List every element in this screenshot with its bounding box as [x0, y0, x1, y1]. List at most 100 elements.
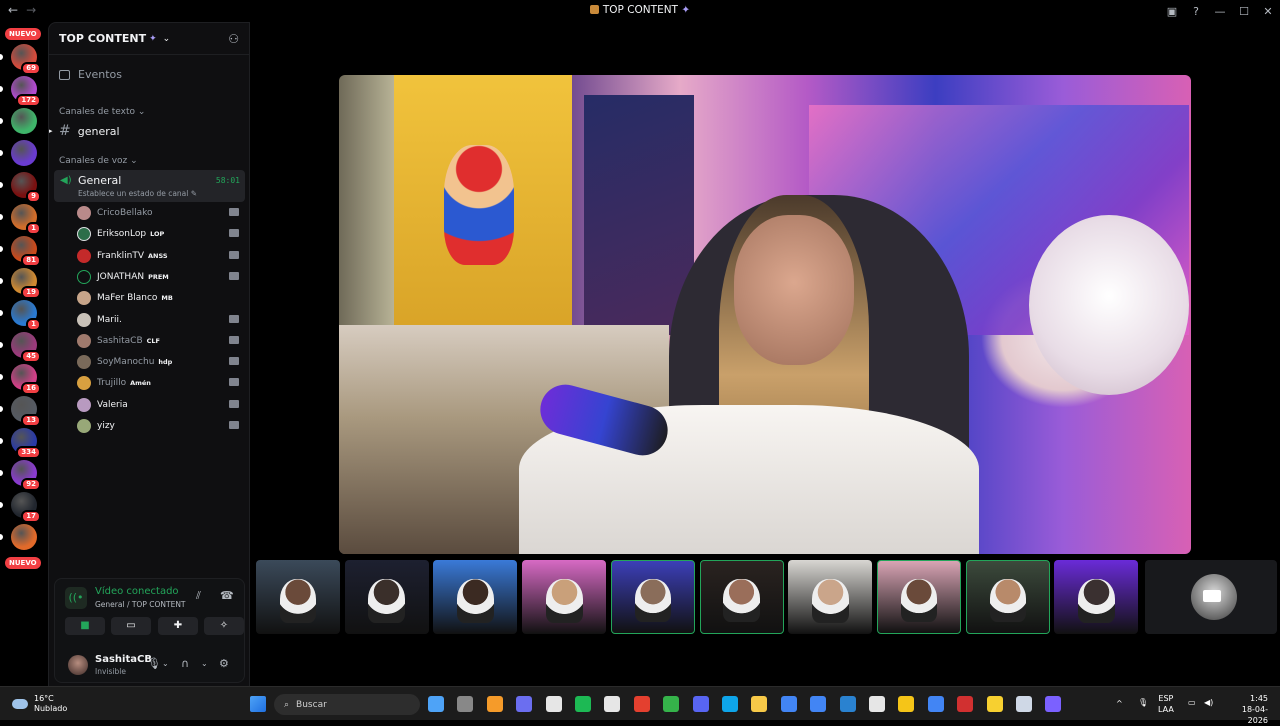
help-icon[interactable]: ?: [1184, 5, 1208, 18]
soundboard-button[interactable]: ✧: [204, 617, 244, 635]
server-icon[interactable]: [11, 524, 37, 550]
server-icon[interactable]: 172: [11, 76, 41, 107]
participant-video-tile[interactable]: [256, 560, 340, 634]
participant-video-tile[interactable]: [610, 560, 695, 634]
voice-member[interactable]: yizy: [77, 417, 245, 435]
server-icon[interactable]: 45: [11, 332, 41, 363]
gear-icon[interactable]: ⚙: [219, 657, 229, 670]
taskbar-app-icon[interactable]: [633, 696, 650, 712]
avatar[interactable]: [68, 655, 88, 675]
taskbar-app-icon[interactable]: [986, 696, 1003, 712]
text-channels-category[interactable]: Canales de texto ⌄: [59, 107, 145, 117]
language-indicator[interactable]: ESP LAA: [1158, 693, 1174, 715]
participant-video-tile[interactable]: [1054, 560, 1139, 634]
avatar: [77, 333, 91, 348]
taskbar-app-icon[interactable]: [898, 696, 915, 712]
server-icon[interactable]: 19: [11, 268, 41, 299]
video-plush: [1029, 215, 1189, 395]
activities-button[interactable]: ✚: [158, 617, 198, 635]
voice-channel-general[interactable]: ◀) General Establece un estado de canal …: [54, 170, 245, 202]
taskbar-app-icon[interactable]: [957, 696, 974, 712]
events-item[interactable]: Eventos: [59, 68, 122, 81]
server-icon[interactable]: 9: [11, 172, 41, 203]
minimize-button[interactable]: —: [1208, 5, 1232, 18]
taskbar-app-icon[interactable]: [604, 696, 621, 712]
server-icon[interactable]: 69: [11, 44, 41, 75]
server-icon[interactable]: 334: [11, 428, 41, 459]
voice-channels-category[interactable]: Canales de voz ⌄: [59, 156, 138, 166]
chevron-down-icon[interactable]: ⌄: [201, 659, 208, 668]
chevron-up-icon[interactable]: ^: [1116, 698, 1123, 709]
voice-member[interactable]: Marii.: [77, 311, 245, 329]
taskbar-app-icon[interactable]: [1045, 696, 1062, 712]
taskbar-app-icon[interactable]: [575, 696, 591, 712]
participant-video-tile[interactable]: [522, 560, 607, 634]
participant-video-tile[interactable]: [699, 560, 784, 634]
participant-video-tile[interactable]: [876, 560, 961, 634]
close-button[interactable]: ✕: [1256, 5, 1280, 18]
signal-icon[interactable]: ((•: [65, 587, 87, 609]
taskbar-app-icon[interactable]: [780, 696, 797, 712]
server-icon[interactable]: 17: [11, 492, 41, 523]
participant-video-tile[interactable]: [433, 560, 518, 634]
voice-member[interactable]: SashitaCB CLF: [77, 332, 245, 350]
headphones-icon[interactable]: ∩: [181, 657, 189, 670]
voice-member[interactable]: CricoBellako: [77, 204, 245, 222]
taskbar-app-icon[interactable]: [1016, 696, 1032, 712]
connection-location[interactable]: General / TOP CONTENT: [95, 600, 186, 609]
microphone-icon[interactable]: 🎙: [1138, 697, 1148, 708]
chevron-down-icon[interactable]: ⌄: [162, 659, 169, 668]
microphone-icon[interactable]: 🎙: [147, 657, 161, 670]
taskbar-app-icon[interactable]: [428, 696, 444, 712]
weather-widget[interactable]: 16°C Nublado: [12, 694, 67, 714]
taskbar-app-icon[interactable]: [810, 696, 827, 712]
server-icon[interactable]: [11, 140, 37, 166]
screen-share-button[interactable]: ▭: [111, 617, 151, 635]
server-icon[interactable]: 16: [11, 364, 41, 395]
server-icon[interactable]: 1: [11, 204, 41, 235]
volume-icon[interactable]: ◀): [1204, 697, 1213, 708]
server-icon[interactable]: 92: [11, 460, 41, 491]
taskbar-app-icon[interactable]: [457, 696, 474, 712]
taskbar-app-icon[interactable]: [927, 696, 944, 712]
server-icon[interactable]: 1: [11, 300, 41, 331]
server-header[interactable]: TOP CONTENT ✦ ⌄ ⚇: [49, 23, 249, 55]
voice-member[interactable]: Trujillo Amén: [77, 374, 245, 392]
server-icon[interactable]: 13: [11, 396, 41, 427]
voice-member[interactable]: SoyManochu hdp: [77, 353, 245, 371]
taskbar-app-icon[interactable]: [486, 696, 503, 712]
taskbar-app-icon[interactable]: [722, 696, 738, 712]
taskbar-app-icon[interactable]: [545, 696, 562, 712]
add-member-icon[interactable]: ⚇: [228, 32, 239, 46]
taskbar-app-icon[interactable]: [663, 696, 680, 712]
noise-suppression-icon[interactable]: ⫽: [196, 589, 201, 603]
participant-video-tile[interactable]: [344, 560, 429, 634]
voice-member[interactable]: FranklinTV ANSS: [77, 247, 245, 265]
voice-member[interactable]: Valeria: [77, 396, 245, 414]
channel-general[interactable]: # general: [59, 123, 120, 139]
taskbar-app-icon[interactable]: [839, 696, 856, 712]
windows-start-icon[interactable]: [250, 696, 266, 712]
self-video-tile[interactable]: [1145, 560, 1277, 634]
network-icon[interactable]: ▭: [1188, 697, 1196, 708]
voice-member[interactable]: MaFer Blanco MB: [77, 289, 245, 307]
taskbar-app-icon[interactable]: [516, 696, 533, 712]
camera-button[interactable]: ■: [65, 617, 105, 635]
taskbar-app-icon[interactable]: [692, 696, 709, 712]
inbox-icon[interactable]: ▣: [1160, 5, 1184, 18]
maximize-button[interactable]: ☐: [1232, 5, 1256, 18]
participant-video-tile[interactable]: [965, 560, 1050, 634]
search-input[interactable]: ⌕ Buscar: [274, 694, 420, 715]
taskbar-app-icon[interactable]: [751, 696, 768, 712]
server-icon[interactable]: 81: [11, 236, 41, 267]
voice-member[interactable]: JONATHAN PREM: [77, 268, 245, 286]
clock[interactable]: 1:45 18-04-2026: [1226, 693, 1268, 726]
voice-member[interactable]: EriksonLop LOP: [77, 225, 245, 243]
participant-video-tile[interactable]: [788, 560, 873, 634]
cloud-icon: [12, 699, 28, 709]
taskbar-app-icon[interactable]: [869, 696, 885, 712]
server-icon[interactable]: [11, 108, 37, 134]
channel-status[interactable]: Establece un estado de canal ✎: [78, 189, 197, 198]
disconnect-icon[interactable]: ☎: [220, 589, 234, 602]
main-video-feed[interactable]: [339, 75, 1191, 554]
